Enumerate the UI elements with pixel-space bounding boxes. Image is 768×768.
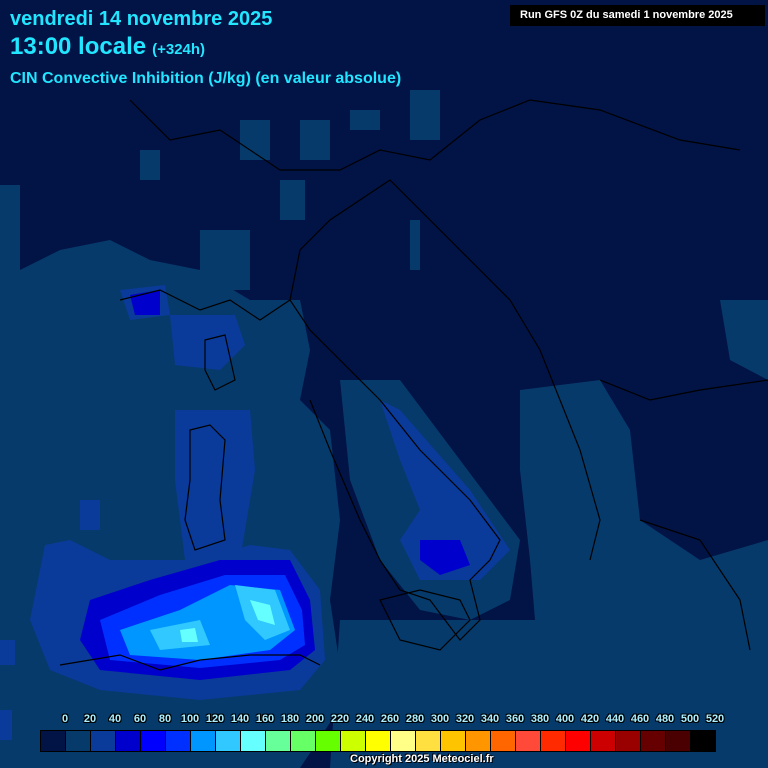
legend-swatch [491,731,516,751]
legend-label: 340 [480,713,500,725]
legend-label: 180 [280,713,300,725]
legend-swatch [66,731,91,751]
legend-swatch [641,731,666,751]
legend-label: 120 [205,713,225,725]
legend-swatch [666,731,691,751]
legend-label: 240 [355,713,375,725]
parameter-title: CIN Convective Inhibition (J/kg) (en val… [10,70,402,87]
legend-swatch [341,731,366,751]
legend-label: 420 [580,713,600,725]
copyright: Copyright 2025 Meteociel.fr [350,753,494,765]
lead-time: (+324h) [152,41,206,58]
legend-swatch [416,731,441,751]
legend-label: 20 [83,713,97,725]
legend-swatch [391,731,416,751]
legend-swatch [691,731,715,751]
legend-swatch [166,731,191,751]
legend-swatch [516,731,541,751]
legend-label: 400 [555,713,575,725]
forecast-time: 13:00 locale (+324h) [10,33,205,61]
legend-swatch [366,731,391,751]
color-legend [40,730,716,752]
legend-label: 260 [380,713,400,725]
legend-label: 0 [61,713,69,725]
legend-swatch [141,731,166,751]
legend-label: 280 [405,713,425,725]
legend-label: 460 [630,713,650,725]
legend-label: 80 [158,713,172,725]
legend-label: 160 [255,713,275,725]
legend-swatch [566,731,591,751]
legend-swatch [466,731,491,751]
legend-swatch [541,731,566,751]
legend-label: 380 [530,713,550,725]
local-time: 13:00 locale [10,33,147,60]
legend-swatch [291,731,316,751]
legend-label: 140 [230,713,250,725]
legend-swatch [241,731,266,751]
weather-map: vendredi 14 novembre 2025 13:00 locale (+… [0,0,768,768]
legend-label: 100 [180,713,200,725]
legend-label: 220 [330,713,350,725]
forecast-date: vendredi 14 novembre 2025 [10,8,273,30]
legend-swatch [216,731,241,751]
run-info: Run GFS 0Z du samedi 1 novembre 2025 [510,5,765,26]
legend-swatch [441,731,466,751]
legend-swatch [591,731,616,751]
legend-swatch [316,731,341,751]
legend-swatch [91,731,116,751]
cin-field-map [0,90,768,768]
legend-swatch [266,731,291,751]
legend-label: 320 [455,713,475,725]
legend-swatch [191,731,216,751]
legend-label: 440 [605,713,625,725]
legend-swatch [616,731,641,751]
legend-label: 360 [505,713,525,725]
legend-label: 300 [430,713,450,725]
legend-swatch [116,731,141,751]
legend-label: 520 [705,713,725,725]
legend-label: 40 [108,713,122,725]
legend-label: 200 [305,713,325,725]
legend-label: 500 [680,713,700,725]
legend-label: 480 [655,713,675,725]
legend-label: 60 [133,713,147,725]
legend-swatch [41,731,66,751]
